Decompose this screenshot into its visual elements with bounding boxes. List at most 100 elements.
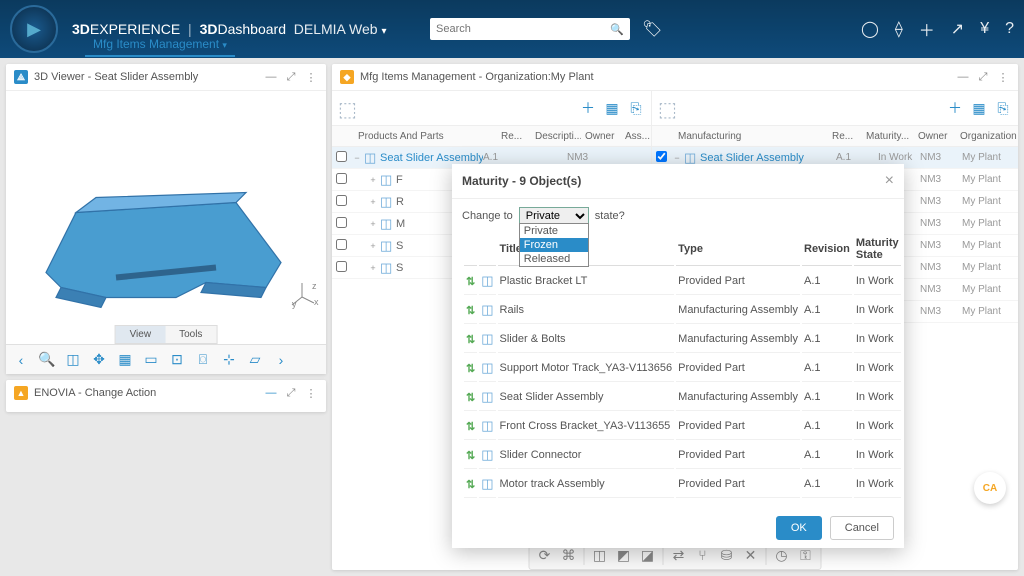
col-revision[interactable]: Revision xyxy=(802,233,852,266)
tag-icon[interactable]: 🏷 xyxy=(642,19,662,39)
add-mfg-icon[interactable]: ＋ xyxy=(946,99,964,117)
ground-icon[interactable]: ▱ xyxy=(244,349,266,371)
viewer-tab-tools[interactable]: Tools xyxy=(165,326,216,343)
expand-icon[interactable]: + xyxy=(366,219,380,229)
col-rev[interactable]: Re... xyxy=(497,131,531,142)
dialog-row[interactable]: ⇅◫Motor track AssemblyProvided PartA.1In… xyxy=(464,471,901,498)
item-icon: ◫ xyxy=(479,442,495,469)
zoom-icon[interactable]: 🔍 xyxy=(36,349,58,371)
dialog-row[interactable]: ⇅◫Front Cross Bracket_YA3-V113655Provide… xyxy=(464,413,901,440)
option-private[interactable]: Private xyxy=(520,224,588,238)
col-org[interactable]: Organization xyxy=(956,131,1018,142)
cell-mat: In Work xyxy=(854,326,901,353)
cyl-icon[interactable]: ⌼ xyxy=(192,349,214,371)
expand-icon[interactable]: + xyxy=(366,241,380,251)
expand-icon[interactable]: − xyxy=(670,153,684,163)
col-mfg[interactable]: Manufacturing xyxy=(674,131,828,142)
col-rev[interactable]: Re... xyxy=(828,131,862,142)
cell-type: Provided Part xyxy=(676,442,800,469)
add-product-icon[interactable]: ＋ xyxy=(579,99,597,117)
minimize-icon[interactable]: — xyxy=(264,70,278,84)
option-frozen[interactable]: Frozen xyxy=(520,238,588,252)
dialog-row[interactable]: ⇅◫Plastic Bracket LTProvided PartA.1In W… xyxy=(464,268,901,295)
minimize-icon[interactable]: — xyxy=(264,386,278,400)
dialog-row[interactable]: ⇅◫RailsManufacturing AssemblyA.1In Work xyxy=(464,297,901,324)
tab-mfg-items[interactable]: Mfg Items Management ▾ xyxy=(85,33,235,57)
col-mat[interactable]: Maturity... xyxy=(862,131,914,142)
compass-icon[interactable]: ▶ xyxy=(10,5,58,53)
cell-title: Support Motor Track_YA3-V113656 xyxy=(498,355,675,382)
cell-type: Provided Part xyxy=(676,471,800,498)
row-name: Seat Slider Assembly xyxy=(380,152,483,164)
search-box[interactable]: 🔍 xyxy=(430,18,630,40)
fit-icon[interactable]: ⊡ xyxy=(166,349,188,371)
part-icon: ◫ xyxy=(364,150,380,166)
expand-icon[interactable]: − xyxy=(350,153,364,163)
move-icon[interactable]: ✥ xyxy=(88,349,110,371)
option-released[interactable]: Released xyxy=(520,252,588,266)
ca-fab-button[interactable]: CA xyxy=(974,472,1006,504)
col-maturity[interactable]: Maturity State xyxy=(854,233,901,266)
cell-rev: A.1 xyxy=(802,268,852,295)
item-icon: ◫ xyxy=(479,297,495,324)
grid-icon[interactable]: ▦ xyxy=(970,99,988,117)
row-checkbox[interactable] xyxy=(336,261,347,272)
expand-icon[interactable]: + xyxy=(366,197,380,207)
row-checkbox[interactable] xyxy=(336,173,347,184)
row-checkbox[interactable] xyxy=(336,195,347,206)
col-products[interactable]: Products And Parts xyxy=(354,131,497,142)
col-desc[interactable]: Descripti... xyxy=(531,131,581,142)
sel-icon[interactable]: ▭ xyxy=(140,349,162,371)
viewer-tab-view[interactable]: View xyxy=(116,326,166,343)
nav-prev-icon[interactable]: ‹ xyxy=(10,349,32,371)
help-icon[interactable]: ? xyxy=(1005,20,1014,38)
row-checkbox[interactable] xyxy=(656,151,667,162)
expand-icon[interactable]: + xyxy=(366,263,380,273)
cell-type: Provided Part xyxy=(676,355,800,382)
row-checkbox[interactable] xyxy=(336,217,347,228)
apps-icon[interactable]: ¥ xyxy=(980,20,989,38)
col-type[interactable]: Type xyxy=(676,233,800,266)
copy-icon[interactable]: ⎘ xyxy=(627,99,645,117)
dialog-row[interactable]: ⇅◫Support Motor Track_YA3-V113656Provide… xyxy=(464,355,901,382)
maximize-icon[interactable]: ⤢ xyxy=(284,386,298,400)
col-owner[interactable]: Owner xyxy=(581,131,621,142)
cancel-button[interactable]: Cancel xyxy=(830,516,894,540)
notification-icon[interactable]: ⟠ xyxy=(895,19,903,39)
close-icon[interactable]: × xyxy=(885,172,894,190)
dialog-row[interactable]: ⇅◫Seat Slider AssemblyManufacturing Asse… xyxy=(464,384,901,411)
menu-icon[interactable]: ⋮ xyxy=(304,386,318,400)
col-ass[interactable]: Ass... xyxy=(621,131,651,142)
view-icon[interactable]: ▦ xyxy=(114,349,136,371)
viewer-panel: ⟁ 3D Viewer - Seat Slider Assembly — ⤢ ⋮ xyxy=(6,64,326,374)
expand-icon[interactable]: + xyxy=(366,175,380,185)
copy-icon[interactable]: ⎘ xyxy=(994,99,1012,117)
search-icon[interactable]: 🔍 xyxy=(610,23,624,36)
row-checkbox[interactable] xyxy=(336,239,347,250)
ok-button[interactable]: OK xyxy=(776,516,822,540)
minimize-icon[interactable]: — xyxy=(956,70,970,84)
axis-triad-icon: zxy xyxy=(290,279,320,315)
axis-icon[interactable]: ⊹ xyxy=(218,349,240,371)
dialog-row[interactable]: ⇅◫Slider ConnectorProvided PartA.1In Wor… xyxy=(464,442,901,469)
grid-icon[interactable]: ▦ xyxy=(603,99,621,117)
cell-type: Manufacturing Assembly xyxy=(676,297,800,324)
menu-icon[interactable]: ⋮ xyxy=(996,70,1010,84)
user-icon[interactable]: ◯ xyxy=(861,19,879,39)
move-icon: ⇅ xyxy=(464,355,477,382)
col-owner[interactable]: Owner xyxy=(914,131,956,142)
row-checkbox[interactable] xyxy=(336,151,347,162)
share-icon[interactable]: ↗ xyxy=(951,19,964,39)
add-icon[interactable]: ＋ xyxy=(919,17,935,41)
item-icon: ◫ xyxy=(479,384,495,411)
maximize-icon[interactable]: ⤢ xyxy=(284,70,298,84)
dialog-row[interactable]: ⇅◫Slider & BoltsManufacturing AssemblyA.… xyxy=(464,326,901,353)
maximize-icon[interactable]: ⤢ xyxy=(976,70,990,84)
cell-mat: In Work xyxy=(854,413,901,440)
menu-icon[interactable]: ⋮ xyxy=(304,70,318,84)
cube-icon[interactable]: ◫ xyxy=(62,349,84,371)
search-input[interactable] xyxy=(436,23,610,35)
viewer-canvas[interactable]: zxy View Tools ‹ 🔍 ◫ ✥ ▦ ▭ ⊡ ⌼ ⊹ ▱ xyxy=(6,91,326,374)
ds-badge-icon: ⟁ xyxy=(14,70,28,84)
nav-next-icon[interactable]: › xyxy=(270,349,292,371)
